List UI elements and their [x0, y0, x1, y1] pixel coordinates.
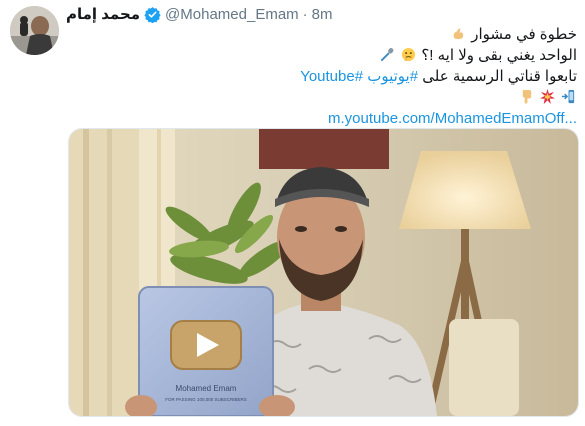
tweet-line-3: تابعوا قناتي الرسمية على #يوتيوب #Youtub…: [300, 68, 577, 85]
hashtag-youtube[interactable]: #Youtube: [300, 68, 363, 85]
tweet-text: خطوة في مشوار الواحد يغني بقى ولا ايه !؟: [77, 24, 577, 129]
user-handle[interactable]: @Mohamed_Emam: [165, 6, 299, 23]
verified-badge-icon: [144, 6, 161, 23]
tweet-line-2: الواحد يغني بقى ولا ايه !؟: [77, 45, 577, 66]
tweet-card[interactable]: محمد إمام @Mohamed_Emam · 8m خطوة في مشو…: [0, 0, 585, 426]
collision-emoji-icon: [539, 89, 555, 104]
hashtag-arabic[interactable]: #يوتيوب: [367, 68, 418, 85]
display-name[interactable]: محمد إمام: [66, 5, 140, 23]
thinking-face-emoji-icon: [401, 47, 416, 62]
timestamp[interactable]: 8m: [312, 6, 333, 23]
pointing-down-emoji-icon: [519, 89, 534, 104]
separator-dot: ·: [302, 5, 308, 23]
microphone-emoji-icon: [380, 47, 395, 62]
plaque-small-text: FOR PASSING 100,000 SUBSCRIBERS: [165, 397, 246, 402]
tweet-line-1: خطوة في مشوار: [77, 24, 577, 45]
avatar[interactable]: [10, 6, 59, 55]
tweet-line-4: [77, 87, 577, 108]
tweet-header: محمد إمام @Mohamed_Emam · 8m: [66, 4, 333, 24]
youtube-link[interactable]: m.youtube.com/MohamedEmamOff...: [77, 108, 577, 129]
plaque-caption: Mohamed Emam: [176, 384, 237, 393]
muscle-emoji-icon: [451, 26, 466, 41]
tweet-media-photo[interactable]: Mohamed Emam FOR PASSING 100,000 SUBSCRI…: [68, 128, 579, 417]
phone-arrow-emoji-icon: [561, 89, 576, 104]
